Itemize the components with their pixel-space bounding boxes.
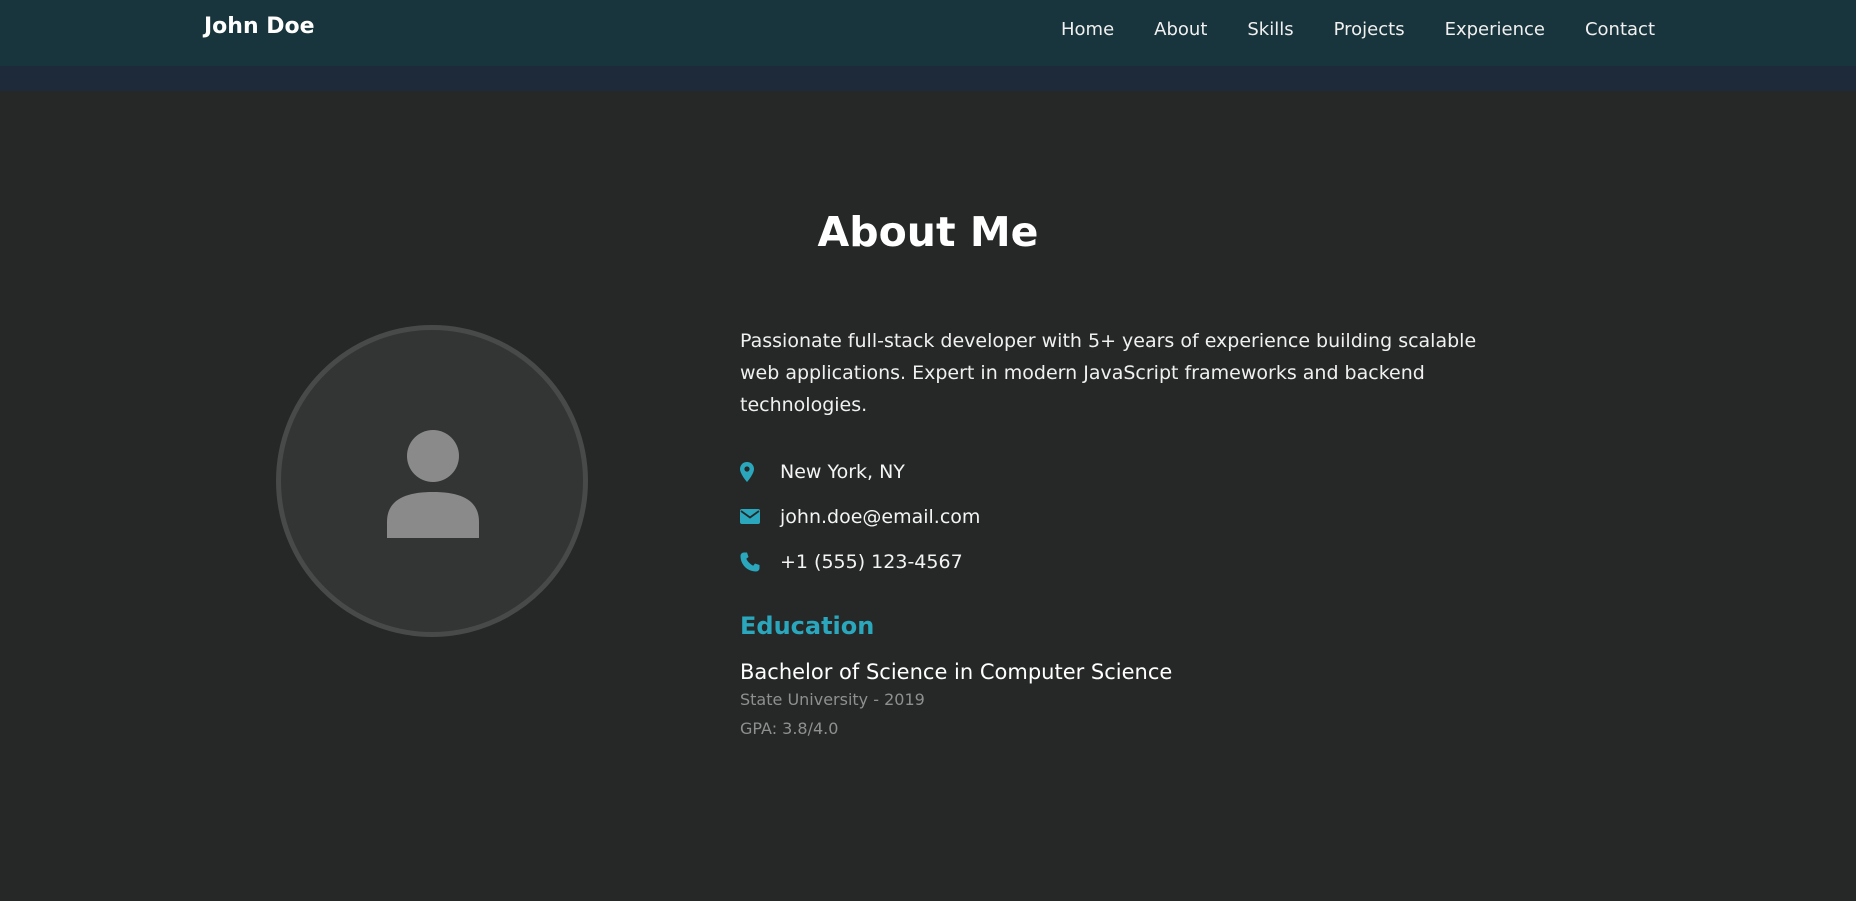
brand-logo[interactable]: John Doe: [204, 14, 315, 39]
nav-link-contact[interactable]: Contact: [1585, 19, 1655, 40]
contact-location: New York, NY: [740, 449, 1500, 494]
map-marker-icon: [740, 461, 780, 482]
nav-link-experience[interactable]: Experience: [1445, 19, 1545, 40]
about-content: Passionate full-stack developer with 5+ …: [740, 325, 1500, 738]
nav-link-about[interactable]: About: [1154, 19, 1207, 40]
bio-text: Passionate full-stack developer with 5+ …: [740, 330, 1477, 416]
nav-links: Home About Skills Projects Experience Co…: [1061, 19, 1655, 40]
school-info: State University - 2019: [740, 690, 925, 709]
nav-link-projects[interactable]: Projects: [1334, 19, 1405, 40]
nav-divider-strip: [0, 66, 1856, 91]
contact-phone: +1 (555) 123-4567: [740, 539, 1500, 584]
education-heading: Education: [740, 612, 875, 640]
user-icon: [387, 430, 479, 538]
avatar: [276, 325, 588, 637]
section-title: About Me: [817, 208, 1039, 256]
contact-list: New York, NY john.doe@email.com +1 (555)…: [740, 449, 1500, 584]
contact-location-text: New York, NY: [780, 460, 905, 483]
nav-link-home[interactable]: Home: [1061, 19, 1114, 40]
envelope-icon: [740, 509, 780, 524]
contact-email-text[interactable]: john.doe@email.com: [780, 506, 980, 528]
nav-link-skills[interactable]: Skills: [1247, 19, 1293, 40]
degree-title: Bachelor of Science in Computer Science: [740, 660, 1173, 684]
gpa-info: GPA: 3.8/4.0: [740, 719, 839, 738]
navbar: John Doe Home About Skills Projects Expe…: [0, 0, 1856, 66]
contact-phone-text[interactable]: +1 (555) 123-4567: [780, 551, 963, 573]
contact-email: john.doe@email.com: [740, 494, 1500, 539]
phone-icon: [740, 552, 780, 572]
